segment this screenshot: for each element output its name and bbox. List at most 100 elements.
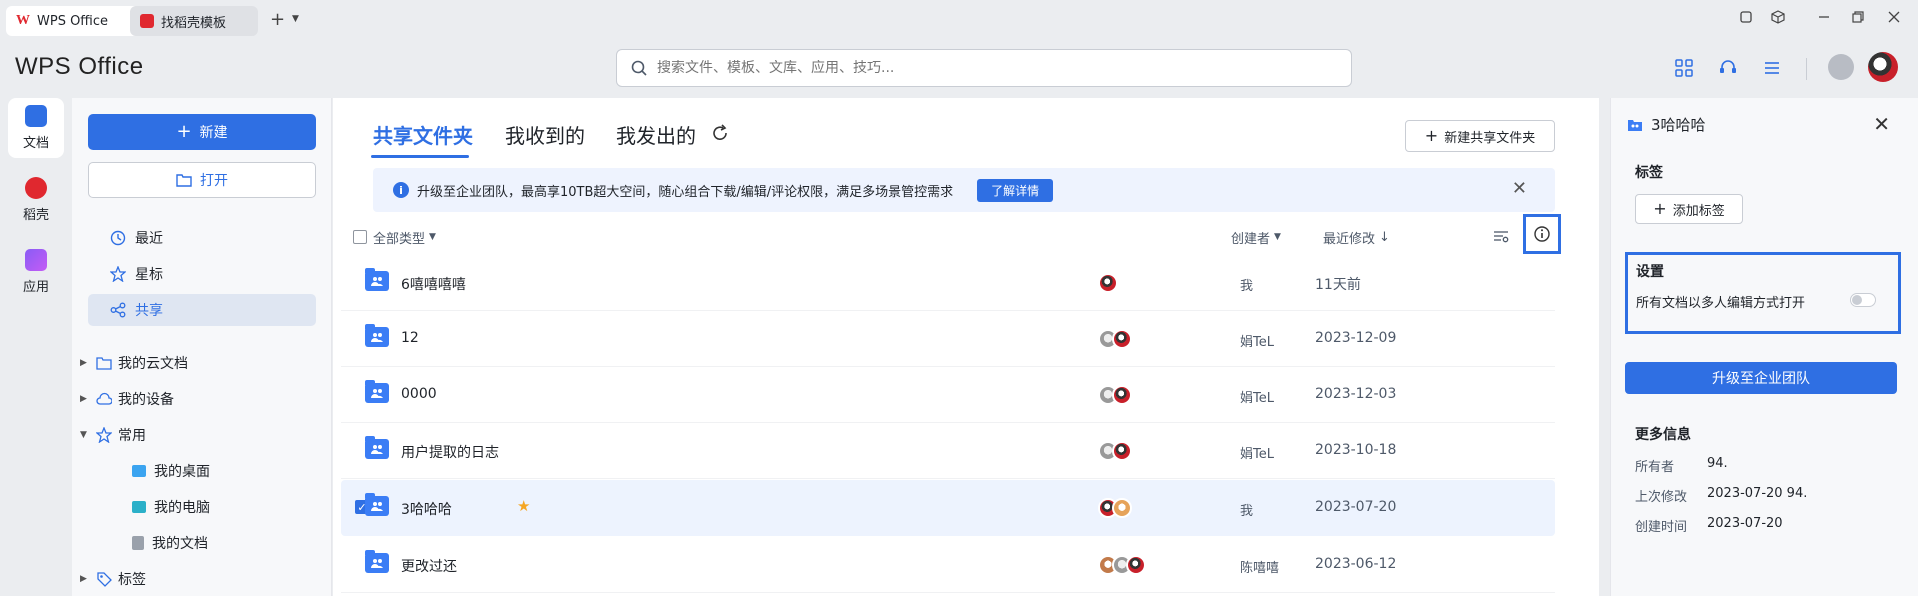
table-row[interactable]: 用户提取的日志 娟TeL 2023-10-18 bbox=[341, 423, 1555, 479]
tree-item-label: 我的桌面 bbox=[154, 464, 210, 480]
folder-name: 用户提取的日志 bbox=[401, 445, 499, 461]
new-shared-folder-button[interactable]: + 新建共享文件夹 bbox=[1405, 120, 1555, 152]
folder-open-icon bbox=[176, 174, 192, 187]
computer-icon bbox=[132, 501, 146, 513]
info-value: 2023-07-20 bbox=[1707, 516, 1783, 531]
tree-item-label: 我的文档 bbox=[152, 536, 208, 552]
panel-title-text: 3哈哈哈 bbox=[1651, 116, 1706, 134]
user-avatar[interactable] bbox=[1868, 52, 1898, 82]
header-divider bbox=[1806, 58, 1807, 80]
caret-right-icon[interactable]: ▶ bbox=[80, 358, 90, 368]
close-panel-icon[interactable]: ✕ bbox=[1873, 112, 1890, 136]
sidebar-item-starred[interactable]: 星标 bbox=[88, 258, 316, 290]
minimize-icon[interactable] bbox=[1814, 10, 1834, 30]
menu-icon[interactable] bbox=[1760, 56, 1784, 80]
sidebar-item-shared[interactable]: 共享 bbox=[88, 294, 316, 326]
info-icon: i bbox=[393, 182, 409, 198]
open-button[interactable]: 打开 bbox=[88, 162, 316, 198]
tree-item-desktop[interactable]: 我的桌面 bbox=[132, 456, 210, 486]
tree-item-my-computer[interactable]: 我的电脑 bbox=[132, 492, 210, 522]
tab-template[interactable]: 找稻壳模板 bbox=[130, 6, 258, 36]
apps-icon bbox=[25, 249, 47, 271]
info-circle-icon bbox=[1534, 226, 1550, 242]
member-avatars bbox=[1098, 329, 1132, 349]
headset-icon[interactable] bbox=[1716, 56, 1740, 80]
tab-received[interactable]: 我收到的 bbox=[505, 120, 585, 149]
refresh-icon[interactable] bbox=[711, 124, 729, 146]
folder-name: 6嘻嘻嘻嘻 bbox=[401, 277, 466, 293]
table-row[interactable]: 12 娟TeL 2023-12-09 bbox=[341, 311, 1555, 367]
creator: 我 bbox=[1240, 279, 1254, 294]
member-avatars bbox=[1098, 273, 1118, 293]
apps-grid-icon[interactable] bbox=[1672, 56, 1696, 80]
cloud-device-icon bbox=[96, 392, 112, 405]
tree-item-my-docs[interactable]: 我的文档 bbox=[132, 528, 208, 558]
search-input[interactable] bbox=[657, 60, 1307, 76]
folder-name: 更改过还 bbox=[401, 559, 457, 575]
maximize-icon[interactable] bbox=[1848, 10, 1868, 30]
app-header: WPS Office bbox=[0, 40, 1918, 98]
table-row[interactable]: 更改过还 陈嘻嘻 2023-06-12 bbox=[341, 537, 1555, 593]
creator: 娟TeL bbox=[1240, 391, 1274, 406]
settings-option-label: 所有文档以多人编辑方式打开 bbox=[1636, 296, 1806, 311]
close-icon[interactable]: ✕ bbox=[1512, 180, 1527, 198]
member-avatars bbox=[1098, 385, 1132, 405]
caret-right-icon[interactable]: ▶ bbox=[80, 394, 90, 404]
modified-column-header[interactable]: 最近修改 ↓ bbox=[1323, 222, 1390, 252]
tree-item-devices[interactable]: ▶ 我的设备 bbox=[80, 384, 174, 414]
modified-date: 2023-10-18 bbox=[1315, 442, 1397, 458]
tree-item-tags[interactable]: ▶ 标签 bbox=[80, 564, 146, 594]
table-row[interactable]: 6嘻嘻嘻嘻 我 11天前 bbox=[341, 255, 1555, 311]
cube-icon[interactable] bbox=[1768, 10, 1788, 30]
document-icon bbox=[25, 105, 47, 127]
sidebar-item-label: 最近 bbox=[135, 231, 163, 247]
type-filter[interactable]: 全部类型 ▼ bbox=[373, 222, 436, 252]
star-icon[interactable]: ★ bbox=[517, 497, 530, 515]
window-restore-icon[interactable] bbox=[1736, 10, 1756, 30]
rail-item-apps[interactable]: 应用 bbox=[8, 242, 64, 302]
info-key: 创建时间 bbox=[1635, 520, 1688, 535]
chevron-down-icon[interactable]: ▼ bbox=[292, 14, 299, 24]
shield-badge-icon[interactable] bbox=[1828, 54, 1854, 80]
shared-folder-icon bbox=[365, 380, 389, 403]
caret-down-icon[interactable]: ▼ bbox=[80, 430, 90, 440]
new-button[interactable]: + 新建 bbox=[88, 114, 316, 150]
tree-item-label: 标签 bbox=[118, 572, 146, 588]
chevron-down-icon: ▼ bbox=[1274, 232, 1281, 242]
wps-logo-icon: W bbox=[16, 13, 30, 28]
add-tag-button[interactable]: + 添加标签 bbox=[1635, 194, 1743, 224]
add-tab-icon[interactable]: + bbox=[270, 11, 285, 29]
modified-date: 11天前 bbox=[1315, 277, 1361, 293]
details-toggle-button[interactable] bbox=[1523, 214, 1561, 254]
open-button-label: 打开 bbox=[200, 173, 228, 189]
tree-item-cloud-docs[interactable]: ▶ 我的云文档 bbox=[80, 348, 188, 378]
tag-icon bbox=[97, 572, 112, 587]
shared-folder-icon bbox=[365, 493, 389, 516]
caret-right-icon[interactable]: ▶ bbox=[80, 574, 90, 584]
upgrade-button[interactable]: 升级至企业团队 bbox=[1625, 362, 1897, 394]
filter-settings-icon[interactable] bbox=[1493, 228, 1509, 248]
avatar bbox=[1112, 498, 1132, 518]
rail-item-docs[interactable]: 文档 bbox=[8, 98, 64, 158]
creator-column-header[interactable]: 创建者 ▼ bbox=[1231, 222, 1281, 252]
app-rail: 文档 稻壳 应用 bbox=[0, 98, 72, 596]
tree-item-label: 我的电脑 bbox=[154, 500, 210, 516]
tab-shared-folders[interactable]: 共享文件夹 bbox=[373, 120, 473, 149]
table-row[interactable]: 0000 娟TeL 2023-12-03 bbox=[341, 367, 1555, 423]
clock-icon bbox=[110, 230, 126, 246]
rail-item-docer[interactable]: 稻壳 bbox=[8, 170, 64, 230]
table-row-selected[interactable]: ✓ 3哈哈哈 ★ 我 2023-07-20 bbox=[341, 480, 1555, 536]
tree-item-common[interactable]: ▼ 常用 bbox=[80, 420, 146, 450]
select-all-checkbox[interactable] bbox=[353, 230, 367, 244]
tab-label: WPS Office bbox=[37, 13, 109, 29]
multi-edit-toggle[interactable] bbox=[1850, 293, 1876, 307]
shared-folder-icon bbox=[365, 268, 389, 291]
close-window-icon[interactable] bbox=[1884, 10, 1904, 30]
upgrade-banner: i 升级至企业团队，最高享10TB超大空间，随心组合下载/编辑/评论权限，满足多… bbox=[373, 168, 1555, 212]
tab-sent[interactable]: 我发出的 bbox=[616, 120, 696, 149]
info-owner: 所有者 94. bbox=[1635, 456, 1728, 475]
shared-folder-icon bbox=[365, 324, 389, 347]
search-bar[interactable] bbox=[616, 49, 1352, 87]
learn-more-button[interactable]: 了解详情 bbox=[977, 178, 1054, 202]
sidebar-item-recent[interactable]: 最近 bbox=[88, 222, 316, 254]
